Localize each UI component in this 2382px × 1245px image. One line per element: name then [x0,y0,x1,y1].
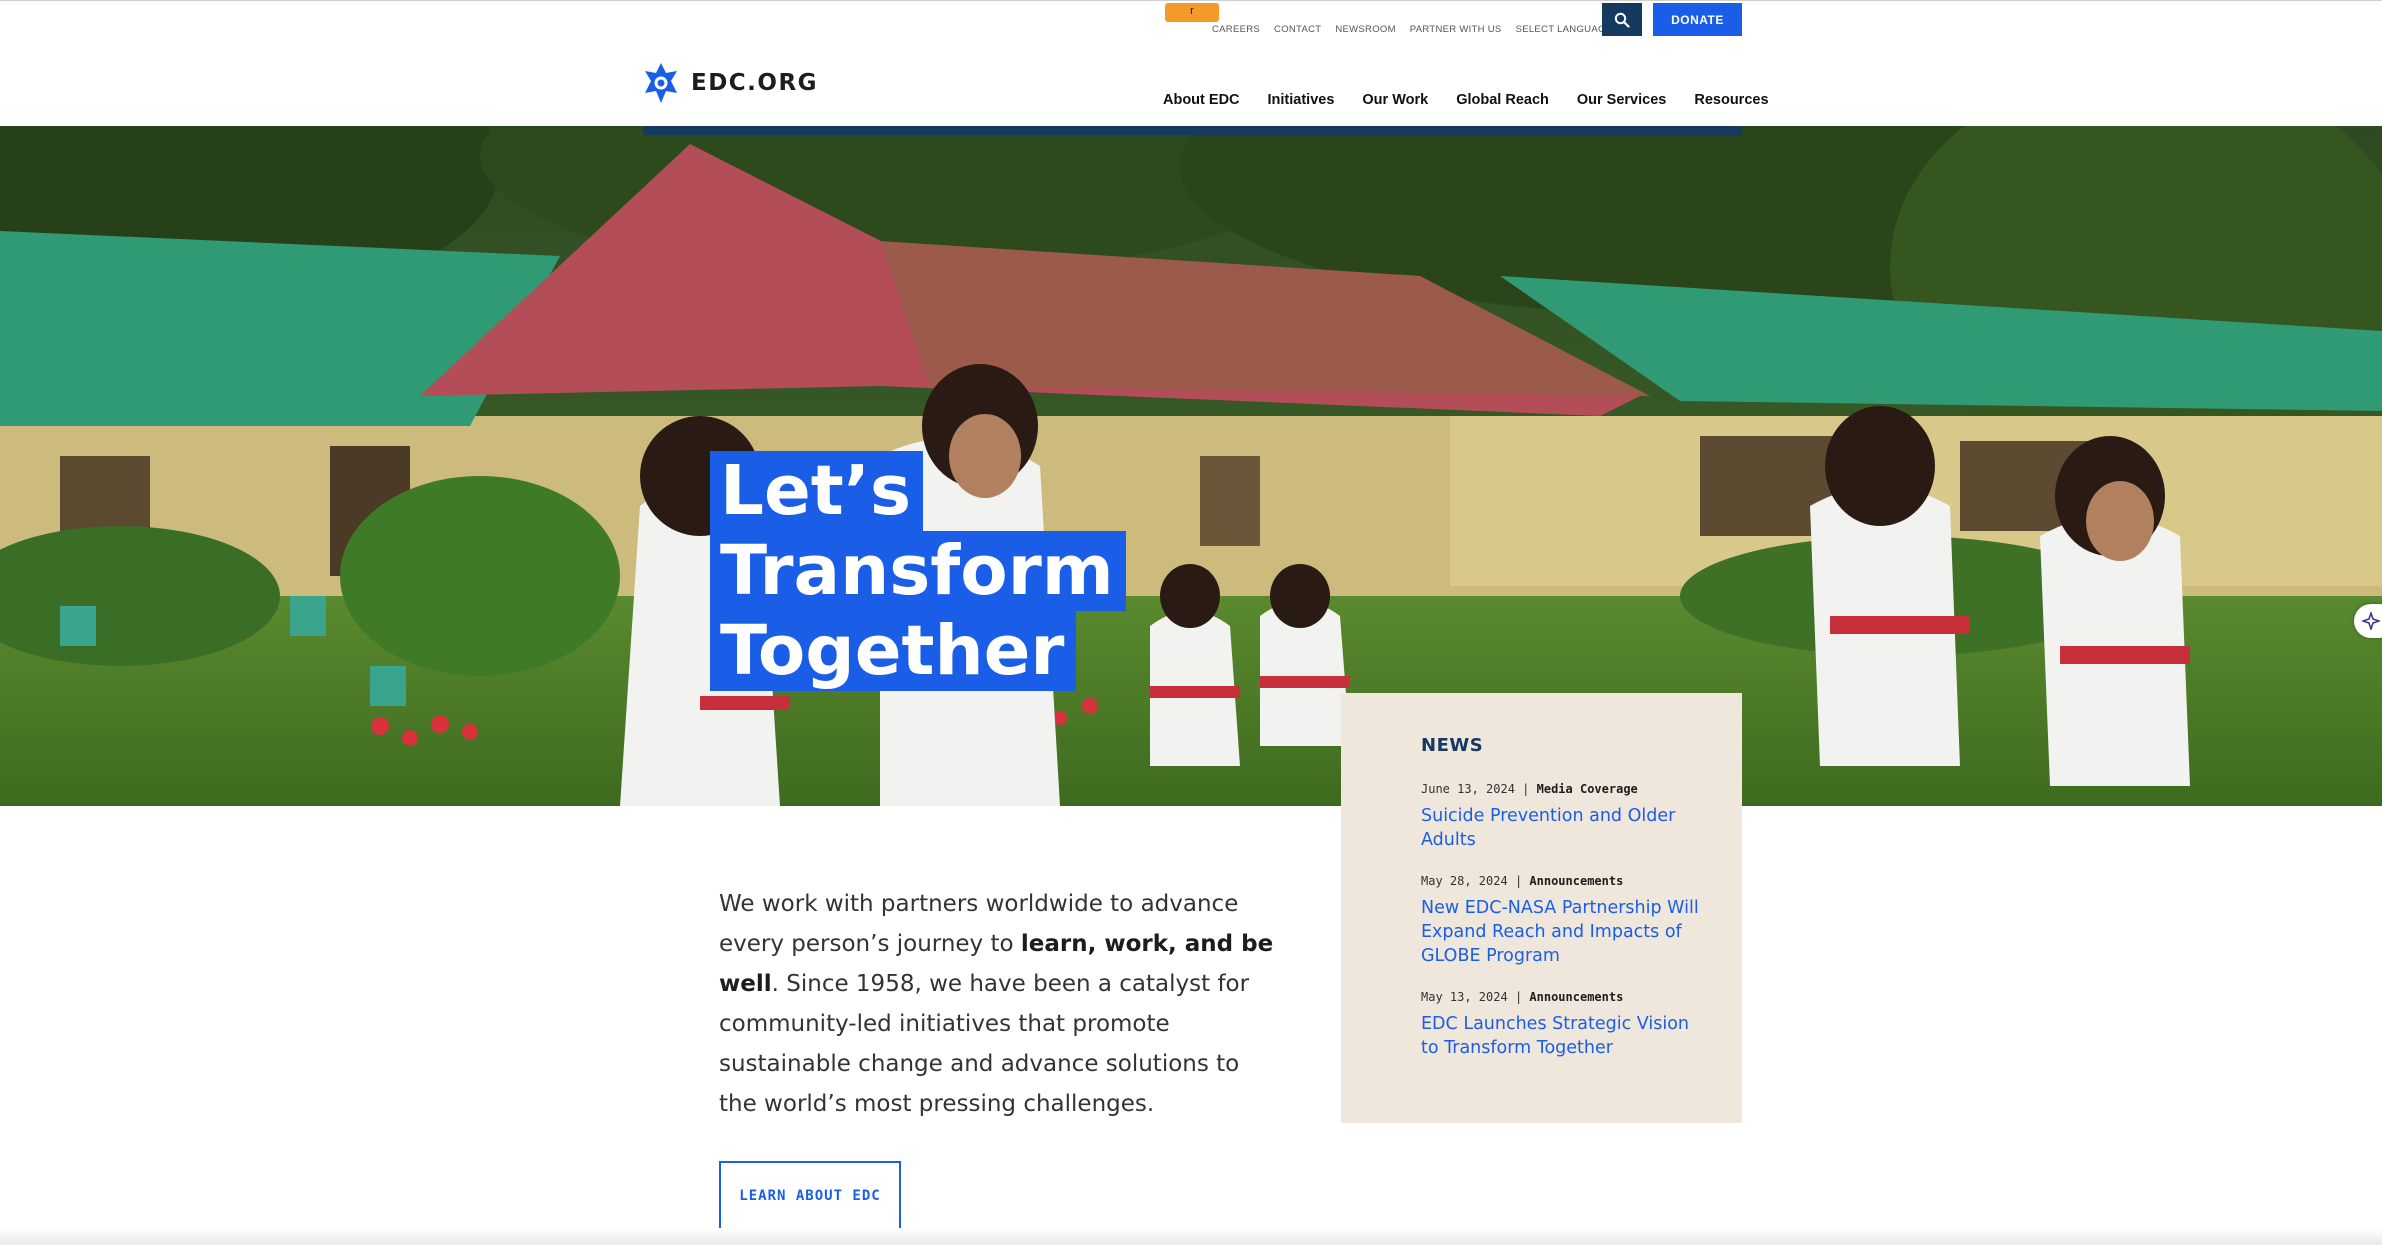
sparkle-icon [2362,612,2380,630]
hero-banner [0,126,2382,806]
news-item: June 13, 2024 | Media Coverage Suicide P… [1421,782,1702,852]
news-separator: | [1514,874,1523,888]
utility-tab[interactable]: r [1165,3,1219,22]
news-category[interactable]: Announcements [1529,874,1623,888]
utility-nav: CAREERS CONTACT NEWSROOM PARTNER WITH US… [1212,24,1619,35]
utility-link-contact[interactable]: CONTACT [1274,24,1321,35]
nav-initiatives[interactable]: Initiatives [1268,92,1335,108]
headline-line-3: Together [710,611,1077,691]
nav-global-reach[interactable]: Global Reach [1456,92,1549,108]
learn-about-edc-button[interactable]: LEARN ABOUT EDC [719,1161,901,1230]
news-date: June 13, 2024 [1421,782,1515,796]
news-headline-link[interactable]: EDC Launches Strategic Vision to Transfo… [1421,1012,1702,1060]
main-nav: About EDC Initiatives Our Work Global Re… [1163,92,1769,108]
news-panel: NEWS June 13, 2024 | Media Coverage Suic… [1341,693,1742,1123]
language-select-label: SELECT LANGUAGE [1515,24,1613,35]
news-meta: May 13, 2024 | Announcements [1421,990,1702,1004]
utility-link-careers[interactable]: CAREERS [1212,24,1260,35]
donate-button[interactable]: DONATE [1653,3,1742,36]
edc-star-logo-icon [645,63,677,103]
news-category[interactable]: Media Coverage [1537,782,1638,796]
site-logo[interactable]: EDC.ORG [641,63,818,103]
page-bottom-edge [0,1228,2382,1245]
search-icon [1614,12,1630,28]
news-headline-link[interactable]: New EDC-NASA Partnership Will Expand Rea… [1421,896,1702,968]
nav-accent-bar [643,126,1742,135]
intro-paragraph: We work with partners worldwide to advan… [719,884,1279,1124]
search-button[interactable] [1602,3,1642,36]
nav-resources[interactable]: Resources [1694,92,1768,108]
news-item: May 28, 2024 | Announcements New EDC-NAS… [1421,874,1702,968]
news-meta: June 13, 2024 | Media Coverage [1421,782,1702,796]
news-separator: | [1514,990,1523,1004]
site-header: r CAREERS CONTACT NEWSROOM PARTNER WITH … [0,0,2382,126]
news-date: May 13, 2024 [1421,990,1508,1004]
nav-our-services[interactable]: Our Services [1577,92,1666,108]
assistant-widget[interactable] [2354,604,2382,638]
news-headline-link[interactable]: Suicide Prevention and Older Adults [1421,804,1702,852]
hero-headline: Let’s Transform Together [710,451,1126,691]
news-separator: | [1522,782,1530,796]
headline-line-2: Transform [710,531,1126,611]
intro-text-end: . Since 1958, we have been a catalyst fo… [719,971,1250,1117]
logo-text: EDC.ORG [691,70,819,96]
news-category[interactable]: Announcements [1529,990,1623,1004]
headline-line-1: Let’s [710,451,924,531]
news-meta: May 28, 2024 | Announcements [1421,874,1702,888]
utility-link-newsroom[interactable]: NEWSROOM [1335,24,1395,35]
news-title: NEWS [1421,735,1484,756]
nav-about-edc[interactable]: About EDC [1163,92,1240,108]
news-date: May 28, 2024 [1421,874,1508,888]
nav-our-work[interactable]: Our Work [1362,92,1428,108]
utility-link-partner[interactable]: PARTNER WITH US [1410,24,1502,35]
hero-image [0,126,2382,806]
news-item: May 13, 2024 | Announcements EDC Launche… [1421,990,1702,1060]
